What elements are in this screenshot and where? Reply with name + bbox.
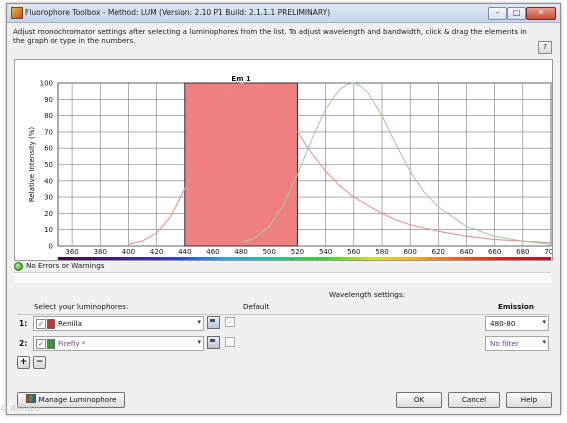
y-tick-label: 70: [44, 128, 53, 136]
default-column-label: Default: [243, 302, 270, 311]
wavelength-settings-label: Wavelength settings:: [329, 290, 406, 299]
luminophore-row-1: 1: ✓ Renilla ▾ ✓ 480-80 ▾: [17, 315, 550, 332]
status-text: No Errors or Warnings: [26, 261, 105, 270]
emission-column-label: Emission: [498, 302, 534, 311]
y-tick-label: 100: [40, 80, 53, 88]
chevron-down-icon[interactable]: ▾: [197, 338, 201, 346]
emission-filter-value-1: 480-80: [490, 319, 516, 328]
emission-band-label: Em 1: [231, 75, 251, 83]
ok-button[interactable]: OK: [396, 392, 442, 408]
y-tick-label: 90: [44, 96, 53, 104]
chevron-down-icon[interactable]: ▾: [197, 318, 201, 326]
instructions-text: Adjust monochromator settings after sele…: [13, 27, 527, 45]
x-axis-label: Wavelength in nm: [273, 259, 337, 260]
y-tick-label: 10: [44, 226, 53, 234]
x-tick-label: 500: [263, 248, 276, 256]
x-tick-label: 360: [65, 248, 78, 256]
luminophore-name-2: Firefly *: [58, 339, 86, 348]
save-icon[interactable]: [207, 316, 220, 329]
select-luminophores-label: Select your luminophores:: [34, 302, 129, 311]
default-checkbox-2[interactable]: [225, 337, 235, 347]
emission-filter-select-2[interactable]: No filter ▾: [485, 336, 549, 351]
x-tick-label: 600: [403, 248, 416, 256]
title-bar[interactable]: Fluorophore Toolbox - Method: LUM (Versi…: [7, 4, 560, 23]
window-title: Fluorophore Toolbox - Method: LUM (Versi…: [25, 8, 331, 17]
y-tick-label: 0: [49, 243, 53, 251]
x-tick-label: 400: [122, 248, 135, 256]
close-button[interactable]: ✕: [526, 7, 556, 20]
y-tick-label: 50: [44, 161, 53, 169]
chevron-down-icon[interactable]: ▾: [542, 338, 546, 346]
luminophore-select-1[interactable]: ✓ Renilla ▾: [33, 316, 204, 331]
x-tick-label: 380: [94, 248, 107, 256]
spectrum-chart[interactable]: Em 1 0 10 20 30 40 50 60 70 80 90 100 Relative Inten…: [14, 59, 553, 261]
remove-luminophore-button[interactable]: −: [33, 356, 46, 369]
x-tick-label: 640: [460, 248, 473, 256]
y-tick-label: 40: [44, 177, 53, 185]
chevron-down-icon[interactable]: ▾: [542, 318, 546, 326]
help-icon[interactable]: ?: [538, 41, 552, 54]
luminophore-row-2: 2: ✓ Firefly * ▾ No filter ▾: [17, 335, 550, 352]
x-tick-label: 480: [234, 248, 247, 256]
maximize-button[interactable]: □: [507, 7, 526, 20]
row-number: 2:: [19, 339, 28, 348]
luminophore-icon: [25, 394, 36, 403]
y-axis-label: Relative Intensity (%): [28, 127, 36, 203]
manage-luminophore-label: Manage Luminophore: [38, 395, 117, 404]
x-tick-label: 460: [206, 248, 219, 256]
x-tick-label: 540: [319, 248, 332, 256]
x-tick-label: 420: [150, 248, 163, 256]
x-tick-label: 660: [488, 248, 501, 256]
save-icon[interactable]: [207, 336, 220, 349]
default-checkbox-1[interactable]: ✓: [225, 317, 235, 327]
status-bar: No Errors or Warnings: [14, 261, 105, 271]
watermark: © AiMiBio: [0, 404, 40, 413]
app-icon: [11, 7, 23, 19]
y-tick-label: 30: [44, 194, 53, 202]
luminophore-select-2[interactable]: ✓ Firefly * ▾: [33, 336, 204, 351]
fluorophore-toolbox-window: Fluorophore Toolbox - Method: LUM (Versi…: [6, 3, 561, 415]
y-tick-label: 80: [44, 112, 53, 120]
minimize-button[interactable]: –: [488, 7, 507, 20]
x-tick-label: 440: [178, 248, 191, 256]
emission-band[interactable]: [184, 82, 298, 247]
luminophore-color-swatch-1: [47, 319, 55, 329]
y-tick-label: 20: [44, 210, 53, 218]
x-tick-label: 580: [375, 248, 388, 256]
luminophore-color-swatch-2: [47, 339, 55, 349]
x-tick-label: 620: [432, 248, 445, 256]
luminophore-enable-checkbox-1[interactable]: ✓: [36, 319, 46, 329]
cancel-button[interactable]: Cancel: [448, 392, 500, 408]
x-tick-label: 560: [347, 248, 360, 256]
y-tick-label: 60: [44, 145, 53, 153]
row-number: 1:: [19, 319, 28, 328]
messages-area: [14, 272, 551, 283]
emission-filter-select-1[interactable]: 480-80 ▾: [485, 316, 549, 331]
x-tick-label: 520: [291, 248, 304, 256]
status-ok-icon: [14, 261, 23, 271]
x-tick-label: 680: [516, 248, 529, 256]
help-button[interactable]: Help: [506, 392, 552, 408]
spectrum-chart-svg[interactable]: Em 1 0 10 20 30 40 50 60 70 80 90 100 Relative Inten…: [15, 60, 552, 260]
luminophore-enable-checkbox-2[interactable]: ✓: [36, 339, 46, 349]
luminophore-name-1: Renilla: [58, 319, 83, 328]
add-luminophore-button[interactable]: +: [17, 356, 30, 369]
emission-filter-value-2: No filter: [490, 339, 519, 348]
x-tick-label: 700: [544, 248, 552, 256]
